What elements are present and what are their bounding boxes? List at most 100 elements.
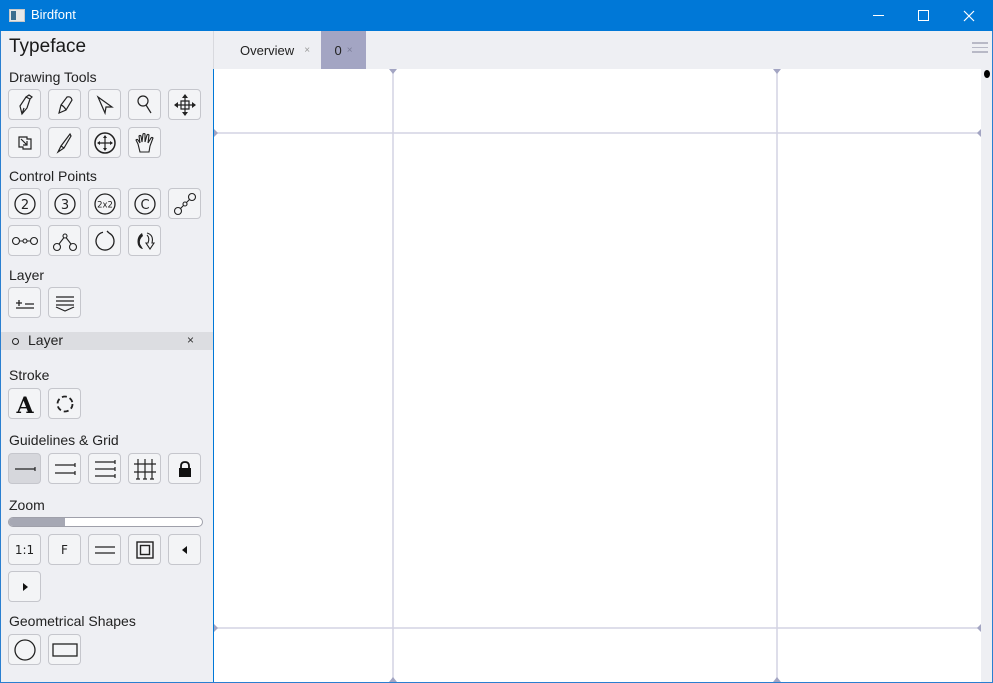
maximize-button[interactable] [900, 0, 946, 31]
zoom-tool-button[interactable] [128, 89, 161, 120]
guide-marker-left-bottom[interactable] [389, 677, 397, 682]
circle-tool-button[interactable] [8, 634, 41, 665]
dashed-circle-icon [56, 395, 73, 412]
close-icon [963, 10, 975, 21]
tab-bar: Overview × 0 × [213, 31, 992, 69]
double-points-button[interactable]: 2x2 [88, 188, 121, 219]
scrollbar[interactable] [981, 69, 992, 682]
grid-icon [133, 458, 156, 480]
scrollbar-handle[interactable] [984, 70, 990, 78]
triangle-right-icon [22, 582, 28, 591]
zoom-selection-button[interactable] [128, 534, 161, 565]
tab-glyph-0[interactable]: 0 × [321, 31, 366, 69]
convert-points-button[interactable]: C [128, 188, 161, 219]
layer-visibility-icon[interactable] [12, 338, 19, 345]
pencil-tool-button[interactable] [48, 89, 81, 120]
rectangle-tool-button[interactable] [48, 634, 81, 665]
previous-view-button[interactable] [168, 534, 201, 565]
circle-2-icon: 2 [13, 192, 36, 215]
minimize-button[interactable] [855, 0, 901, 31]
tab-glyph-0-close-button[interactable]: × [347, 45, 353, 56]
guide-marker-baseline-left[interactable] [214, 624, 218, 632]
svg-text:C: C [140, 198, 149, 213]
minimize-icon [872, 15, 884, 16]
tab-overview[interactable]: Overview × [240, 31, 310, 69]
guide-marker-top-left[interactable] [214, 129, 218, 137]
tie-handles-button[interactable] [8, 225, 41, 256]
pencil-icon [57, 95, 73, 114]
circle-icon [13, 638, 36, 661]
layer-list-item[interactable]: Layer × [1, 332, 213, 350]
help-lines-button[interactable] [48, 453, 81, 484]
move-tool-button[interactable] [168, 89, 201, 120]
guide-marker-right-top[interactable] [773, 69, 781, 74]
layer-menu-button[interactable] [48, 287, 81, 318]
point-tool-button[interactable] [88, 89, 121, 120]
close-path-button[interactable] [88, 225, 121, 256]
reverse-arrows-icon [137, 231, 155, 250]
magnifier-icon [136, 94, 152, 113]
rectangle-icon [51, 642, 78, 657]
title-bar: Birdfont [0, 0, 993, 31]
tab-overview-label: Overview [240, 42, 295, 58]
triangle-left-icon [181, 545, 187, 554]
move-background-tool-button[interactable] [88, 127, 121, 158]
zoom-fit-button[interactable]: F [48, 534, 81, 565]
pointer-icon [96, 94, 114, 115]
glyph-canvas[interactable] [214, 69, 981, 682]
lock-grid-button[interactable] [168, 453, 201, 484]
peak-points-icon [52, 232, 77, 251]
hand-tool-button[interactable] [128, 127, 161, 158]
resize-icon [17, 135, 32, 150]
create-line-button[interactable] [168, 188, 201, 219]
tab-overview-close-button[interactable]: × [304, 45, 310, 56]
sidebar: Typeface Drawing Tools Control Points 2 … [1, 31, 213, 682]
zoom-fit-label: F [61, 542, 68, 557]
guide-marker-left-top[interactable] [389, 69, 397, 74]
close-button[interactable] [946, 0, 992, 31]
guide-marker-right-bottom[interactable] [773, 677, 781, 682]
delete-layer-button[interactable]: × [187, 333, 194, 347]
drawing-tools-label: Drawing Tools [9, 69, 97, 85]
move-arrows-icon [173, 93, 196, 116]
circle-3-icon: 3 [53, 192, 76, 215]
cubic-points-button[interactable]: 3 [48, 188, 81, 219]
stroke-outline-button[interactable] [48, 388, 81, 419]
next-view-button[interactable] [8, 571, 41, 602]
zoom-boundaries-button[interactable] [88, 534, 121, 565]
svg-text:2: 2 [20, 198, 28, 213]
brush-tool-button[interactable] [48, 127, 81, 158]
tab-glyph-0-label: 0 [334, 42, 342, 58]
hamburger-menu-icon[interactable] [972, 42, 988, 54]
circle-c-icon: C [133, 192, 156, 215]
fill-text-button[interactable]: A [8, 388, 41, 419]
show-guides-button[interactable] [8, 453, 41, 484]
pen-tool-button[interactable] [8, 89, 41, 120]
hand-icon [134, 132, 154, 153]
circle-move-icon [93, 131, 116, 154]
zoom-1-to-1-button[interactable]: 1:1 [8, 534, 41, 565]
resize-tool-button[interactable] [8, 127, 41, 158]
open-circle-icon [94, 230, 115, 251]
horizontal-points-icon [11, 236, 38, 245]
control-points-label: Control Points [9, 168, 97, 184]
svg-text:A: A [15, 393, 34, 419]
add-layer-button[interactable] [8, 287, 41, 318]
pen-icon [18, 93, 33, 115]
more-lines-button[interactable] [88, 453, 121, 484]
single-guide-icon [14, 466, 36, 471]
diagonal-points-icon [173, 192, 196, 215]
outline-a-icon: A [15, 393, 34, 419]
layer-name: Layer [28, 332, 64, 348]
grid-button[interactable] [128, 453, 161, 484]
add-layer-icon [15, 299, 34, 309]
quadratic-points-button[interactable]: 2 [8, 188, 41, 219]
reverse-path-button[interactable] [128, 225, 161, 256]
zoom-label: Zoom [9, 497, 45, 513]
layers-menu-icon [55, 295, 74, 312]
svg-text:2x2: 2x2 [97, 200, 113, 210]
nested-square-icon [135, 540, 154, 559]
guidelines-grid-label: Guidelines & Grid [9, 432, 119, 448]
zoom-slider[interactable] [8, 517, 203, 527]
reflect-handle-button[interactable] [48, 225, 81, 256]
